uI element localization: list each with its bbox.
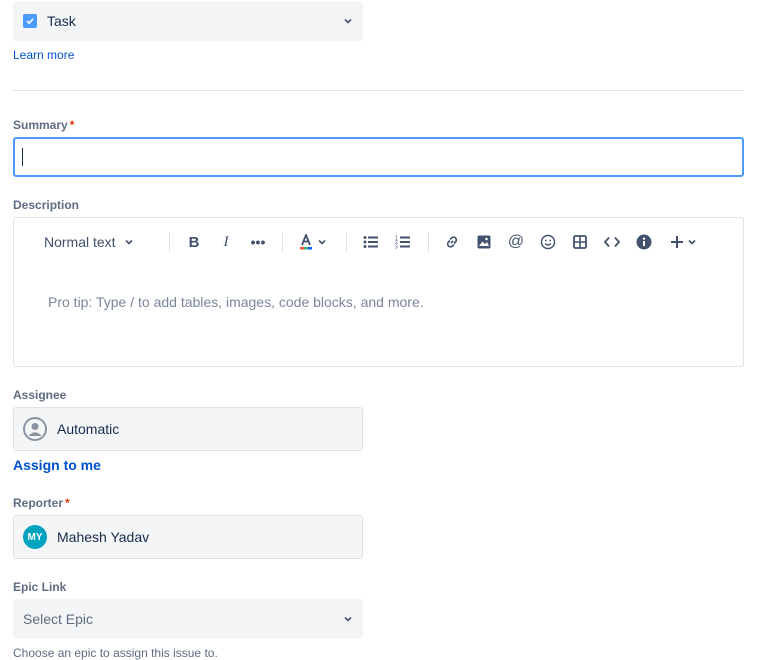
epic-placeholder: Select Epic xyxy=(23,611,94,627)
user-avatar: MY xyxy=(23,525,47,549)
summary-label: Summary * xyxy=(13,118,75,132)
assignee-select[interactable]: Automatic xyxy=(13,407,363,451)
task-checkbox-icon xyxy=(23,14,37,28)
italic-icon[interactable]: I xyxy=(216,230,236,254)
table-icon[interactable] xyxy=(570,230,590,254)
default-avatar-icon xyxy=(23,417,47,441)
link-icon[interactable] xyxy=(442,230,462,254)
bullet-list-icon[interactable] xyxy=(361,230,381,254)
chevron-down-icon xyxy=(687,239,696,245)
svg-text:3: 3 xyxy=(395,245,398,250)
chevron-down-icon xyxy=(344,18,352,24)
toolbar-separator xyxy=(346,232,347,252)
toolbar-separator xyxy=(169,232,170,252)
reporter-select[interactable]: MY Mahesh Yadav xyxy=(13,515,363,559)
assign-to-me-link[interactable]: Assign to me xyxy=(13,457,101,473)
epic-select[interactable]: Select Epic xyxy=(13,599,363,639)
more-formatting-icon[interactable]: ••• xyxy=(248,230,268,254)
chevron-down-icon xyxy=(344,616,352,622)
assignee-label: Assignee xyxy=(13,388,67,402)
text-cursor xyxy=(22,148,23,166)
issue-type-select[interactable]: Task xyxy=(13,1,363,41)
emoji-icon[interactable] xyxy=(538,230,558,254)
description-editor[interactable]: Normal text B I ••• 123 @ Pro tip: Type … xyxy=(13,217,744,367)
epic-help-text: Choose an epic to assign this issue to. xyxy=(13,646,218,660)
mention-icon[interactable]: @ xyxy=(506,230,526,254)
chevron-down-icon xyxy=(318,239,326,245)
info-panel-icon[interactable] xyxy=(634,230,654,254)
epic-link-label: Epic Link xyxy=(13,580,67,594)
divider xyxy=(13,90,744,91)
text-color-icon[interactable] xyxy=(297,230,329,254)
insert-more-icon[interactable] xyxy=(666,230,700,254)
learn-more-link[interactable]: Learn more xyxy=(13,48,74,62)
toolbar-separator xyxy=(282,232,283,252)
description-placeholder: Pro tip: Type / to add tables, images, c… xyxy=(48,294,424,310)
code-block-icon[interactable] xyxy=(602,230,622,254)
text-style-dropdown[interactable]: Normal text xyxy=(44,230,144,254)
summary-input[interactable] xyxy=(13,137,744,177)
chevron-down-icon xyxy=(125,239,133,245)
description-label: Description xyxy=(13,198,80,212)
editor-toolbar: Normal text B I ••• 123 @ xyxy=(14,230,743,254)
reporter-label: Reporter * xyxy=(13,496,70,510)
issue-type-value: Task xyxy=(47,13,76,29)
assignee-value: Automatic xyxy=(57,421,120,437)
reporter-value: Mahesh Yadav xyxy=(57,529,150,545)
numbered-list-icon[interactable]: 123 xyxy=(393,230,413,254)
toolbar-separator xyxy=(428,232,429,252)
image-icon[interactable] xyxy=(474,230,494,254)
bold-icon[interactable]: B xyxy=(184,230,204,254)
